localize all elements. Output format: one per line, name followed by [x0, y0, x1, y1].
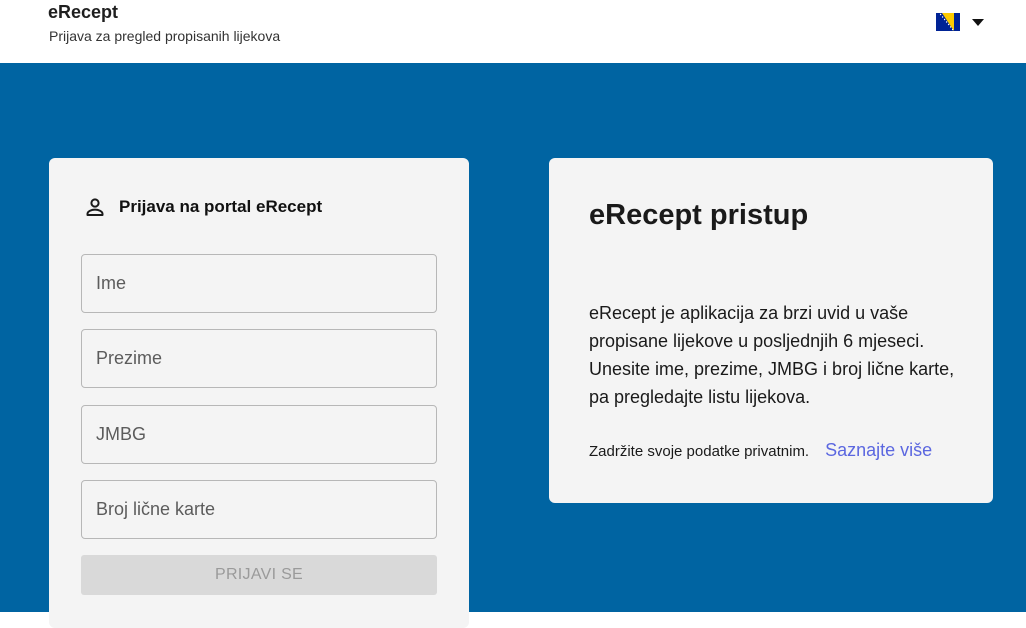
first-name-input[interactable]	[82, 255, 436, 312]
chevron-down-icon	[972, 19, 984, 26]
privacy-row: Zadržite svoje podatke privatnim. Saznaj…	[589, 440, 969, 461]
info-card: eRecept pristup eRecept je aplikacija za…	[549, 158, 993, 503]
id-card-field	[81, 480, 437, 539]
bosnia-herzegovina-flag-icon	[936, 13, 960, 31]
login-card: Prijava na portal eRecept PRIJAVI SE	[49, 158, 469, 628]
main-area: Prijava na portal eRecept PRIJAVI SE eRe…	[0, 63, 1026, 628]
jmbg-field	[81, 405, 437, 464]
info-description: eRecept je aplikacija za brzi uvid u vaš…	[589, 303, 955, 407]
last-name-input[interactable]	[82, 330, 436, 387]
first-name-field	[81, 254, 437, 313]
id-card-input[interactable]	[82, 481, 436, 538]
learn-more-link[interactable]: Saznajte više	[825, 440, 932, 461]
login-header: Prijava na portal eRecept	[83, 194, 322, 220]
last-name-field	[81, 329, 437, 388]
jmbg-input[interactable]	[82, 406, 436, 463]
app-title: eRecept	[48, 2, 119, 22]
info-title: eRecept pristup	[589, 199, 809, 231]
app-subtitle: Prijava za pregled propisanih lijekova	[49, 28, 281, 44]
top-header: eRecept Prijava za pregled propisanih li…	[0, 0, 1026, 63]
person-icon	[86, 198, 104, 216]
language-select[interactable]	[936, 12, 988, 34]
privacy-text: Zadržite svoje podatke privatnim.	[589, 443, 810, 460]
login-title: Prijava na portal eRecept	[119, 197, 323, 216]
login-button[interactable]: PRIJAVI SE	[81, 555, 437, 595]
